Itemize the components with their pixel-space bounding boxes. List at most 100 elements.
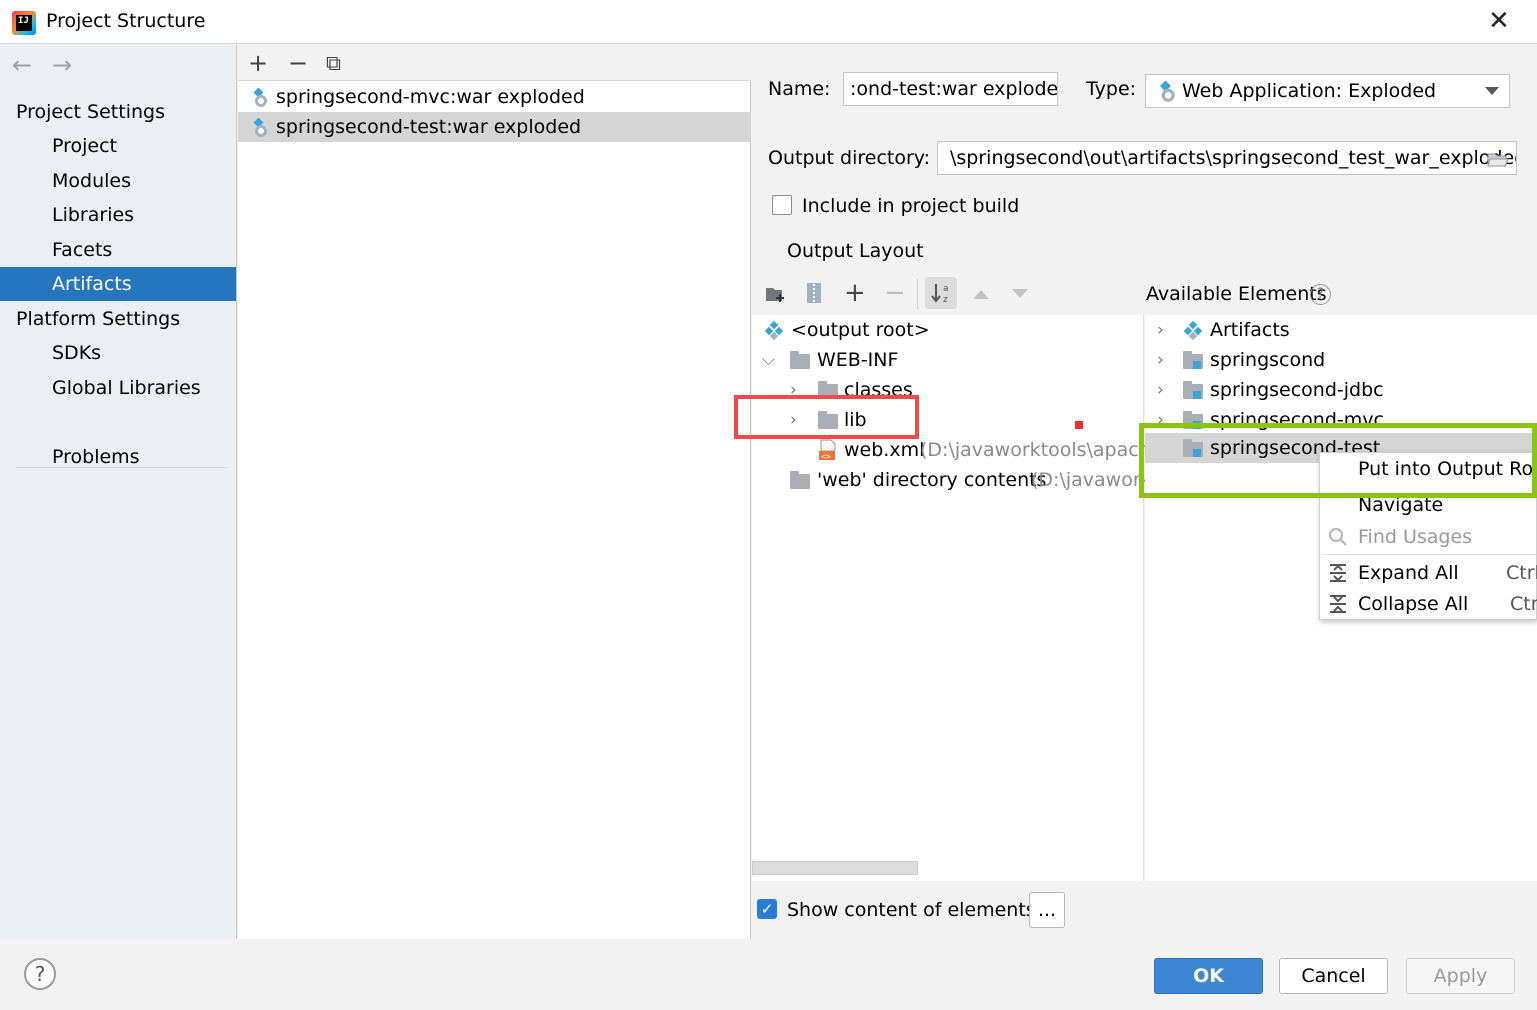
sidebar-item-problems[interactable]: Problems [0,440,236,474]
add-element-icon[interactable]: + [844,275,866,311]
artifact-label: springsecond-mvc:war exploded [276,86,585,108]
sidebar-item-global-libraries[interactable]: Global Libraries [0,371,236,405]
intellij-logo-icon: IJ [12,11,36,35]
add-artifact-icon[interactable]: + [248,45,268,81]
folder-icon [790,471,810,489]
module-folder-icon [1183,381,1203,399]
output-directory-input[interactable]: \springsecond\out\artifacts\springsecond… [937,141,1517,175]
remove-artifact-icon[interactable]: − [288,45,308,81]
show-content-checkbox[interactable]: ✓ [757,899,777,919]
project-settings-heading: Project Settings [16,101,165,123]
more-options-button[interactable]: ... [1029,892,1065,928]
xml-file-icon: <> [819,439,836,461]
chevron-down-icon [1485,87,1499,95]
close-icon[interactable]: ✕ [1488,8,1510,34]
help-button[interactable]: ? [24,958,56,990]
sort-alphabetically-icon: az [931,284,949,304]
copy-artifact-icon[interactable]: ⧉ [326,45,341,81]
menu-item-find-usages[interactable]: Find Usages [1320,521,1537,553]
output-directory-label: Output directory: [768,147,931,169]
window-title: Project Structure [46,10,206,32]
available-label: springscond [1210,349,1326,371]
sidebar-item-modules[interactable]: Modules [0,164,236,198]
back-arrow-icon[interactable]: ← [12,51,32,79]
module-folder-icon [1183,351,1203,369]
annotation-dot [1075,421,1083,429]
sidebar-item-artifacts[interactable]: Artifacts [0,267,236,301]
output-directory-value: \springsecond\out\artifacts\springsecond… [950,147,1517,169]
artifacts-icon [1183,321,1203,341]
available-elements-label: Available Elements [1146,283,1327,305]
settings-sidebar: ← → Project Settings Project Modules Lib… [0,45,237,939]
show-content-label: Show content of elements [787,899,1036,921]
menu-item-expand-all[interactable]: Expand All Ctrl [1320,557,1537,589]
type-label: Type: [1086,78,1137,100]
sidebar-item-facets[interactable]: Facets [0,233,236,267]
highlight-context-box [1139,423,1537,498]
tree-label: <output root> [791,319,930,341]
folder-icon [790,351,810,369]
sidebar-item-libraries[interactable]: Libraries [0,198,236,232]
chevron-right-icon[interactable]: › [1157,345,1164,375]
apply-button[interactable]: Apply [1406,958,1515,994]
type-value: Web Application: Exploded [1182,80,1437,102]
artifact-item-selected[interactable]: springsecond-test:war exploded [238,112,751,142]
tree-label: web.xml [844,439,925,461]
menu-divider [1322,554,1536,555]
web-artifact-icon [1160,81,1175,102]
collapse-all-icon [1330,595,1346,613]
name-input[interactable]: :ond-test:war exploded [843,72,1058,106]
forward-arrow-icon[interactable]: → [52,51,72,79]
menu-item-label: Collapse All [1358,593,1469,615]
menu-item-label: Expand All [1358,562,1459,584]
menu-item-collapse-all[interactable]: Collapse All Ctr [1320,588,1537,620]
available-label: Artifacts [1210,319,1290,341]
output-layout-toolbar: + − az Available Elements ? [752,273,1537,315]
tree-label: 'web' directory contents [817,469,1047,491]
toolbar-divider [917,279,918,309]
help-icon[interactable]: ? [1310,284,1331,305]
tree-path: (D:\javawork [1031,469,1152,491]
chevron-right-icon[interactable]: › [1157,315,1164,345]
menu-item-shortcut: Ctrl [1506,562,1537,584]
title-bar: IJ Project Structure ✕ [0,0,1537,44]
include-in-build-checkbox[interactable] [772,195,792,215]
output-root-icon [764,321,784,341]
move-down-icon[interactable] [1011,288,1029,300]
highlight-lib-box [734,395,919,439]
artifact-list-panel: + − ⧉ springsecond-mvc:war exploded spri… [238,45,751,939]
web-artifact-icon [253,118,267,137]
archive-icon[interactable] [806,282,822,304]
ok-button[interactable]: OK [1154,958,1263,994]
artifact-list-toolbar: + − ⧉ [238,45,751,81]
platform-settings-heading: Platform Settings [16,308,181,330]
menu-item-shortcut: Ctr [1510,593,1537,615]
svg-text:<>: <> [821,452,831,461]
cancel-button[interactable]: Cancel [1279,958,1388,994]
svg-text:z: z [943,295,948,304]
expand-all-icon [1330,564,1346,582]
move-up-icon[interactable] [972,288,990,300]
include-in-build-label: Include in project build [802,195,1020,217]
horizontal-scrollbar[interactable] [752,861,918,875]
sidebar-item-sdks[interactable]: SDKs [0,336,236,370]
artifact-label: springsecond-test:war exploded [276,116,582,138]
remove-element-icon[interactable]: − [884,275,906,311]
tab-output-layout[interactable]: Output Layout [787,240,924,262]
available-label: springsecond-jdbc [1210,379,1384,401]
tree-label: WEB-INF [817,349,899,371]
web-artifact-icon [253,88,267,107]
name-label: Name: [768,78,831,100]
artifact-item[interactable]: springsecond-mvc:war exploded [238,82,751,112]
chevron-down-icon[interactable]: ⌵ [762,345,775,375]
tree-path: (D:\javaworktools\apache [920,439,1163,461]
sort-alpha-button[interactable]: az [925,277,957,309]
svg-text:a: a [943,284,949,294]
search-icon [1329,528,1347,546]
sidebar-item-project[interactable]: Project [0,129,236,163]
type-select[interactable]: Web Application: Exploded [1145,74,1510,108]
menu-item-label: Find Usages [1358,526,1473,548]
chevron-right-icon[interactable]: › [1157,375,1164,405]
folder-browse-icon[interactable] [1487,151,1509,168]
new-directory-icon[interactable] [765,284,787,304]
